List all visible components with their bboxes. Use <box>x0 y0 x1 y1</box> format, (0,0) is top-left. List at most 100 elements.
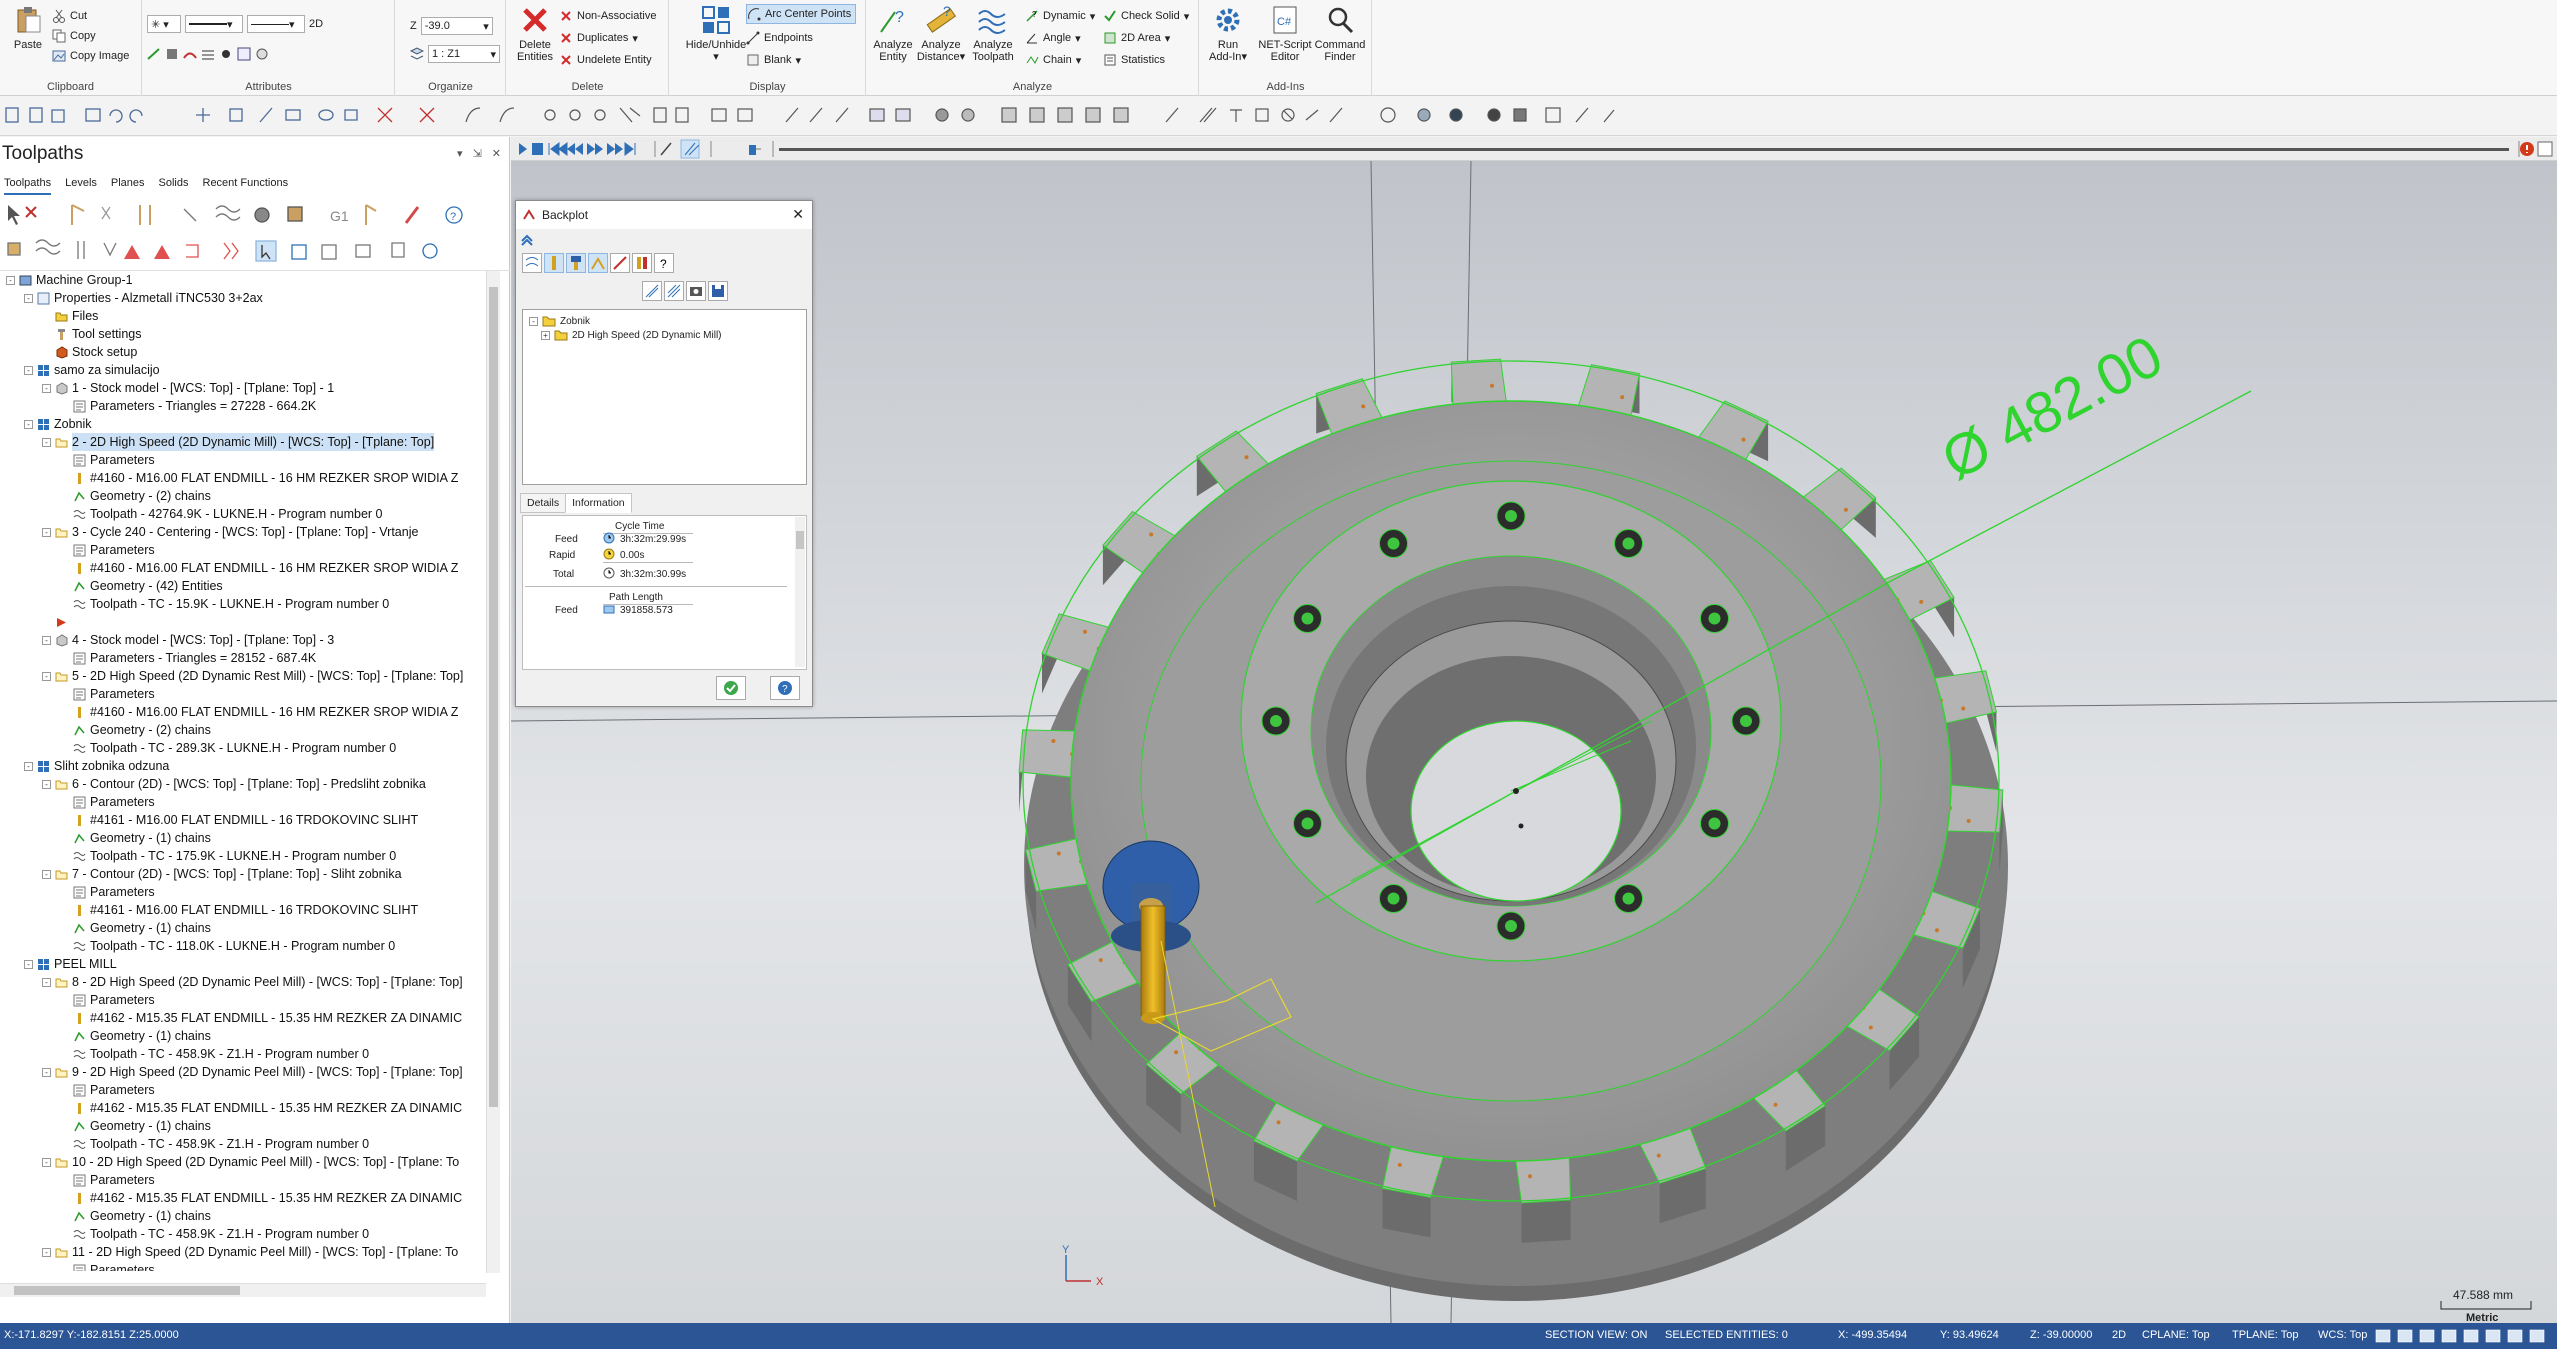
tree-node[interactable]: Toolpath - TC - 458.9K - Z1.H - Program … <box>60 1135 369 1153</box>
holder-display-icon[interactable] <box>566 253 586 273</box>
tree-node[interactable]: Parameters <box>60 685 155 703</box>
tree-node[interactable]: Geometry - (1) chains <box>60 919 211 937</box>
tree-node[interactable]: Toolpath - TC - 289.3K - LUKNE.H - Progr… <box>60 739 396 757</box>
tree-horizontal-scrollbar[interactable] <box>0 1283 486 1297</box>
tab-details[interactable]: Details <box>520 493 567 513</box>
hide-unhide-button[interactable]: Hide/Unhide ▾ <box>684 4 748 63</box>
tree-node[interactable]: Parameters - Triangles = 28152 - 687.4K <box>60 649 316 667</box>
level-dropdown[interactable]: 1 : Z1 ▾ <box>428 45 500 63</box>
mode-2d-label[interactable]: 2D <box>309 18 323 30</box>
tree-node[interactable]: Geometry - (2) chains <box>60 721 211 739</box>
cplane-status[interactable]: CPLANE: Top <box>2142 1329 2210 1341</box>
bp-tree-root[interactable]: - Zobnik <box>529 314 590 328</box>
tree-node[interactable]: Toolpath - TC - 175.9K - LUKNE.H - Progr… <box>60 847 396 865</box>
chain-button[interactable]: Chain ▾ <box>1025 50 1081 70</box>
check-solid-button[interactable]: Check Solid ▾ <box>1103 6 1189 26</box>
tree-node[interactable]: Parameters - Triangles = 27228 - 664.2K <box>60 397 316 415</box>
tree-node[interactable]: - 11 - 2D High Speed (2D Dynamic Peel Mil… <box>42 1243 458 1261</box>
tree-node[interactable]: Files <box>42 307 98 325</box>
tree-node[interactable]: Toolpath - 42764.9K - LUKNE.H - Program … <box>60 505 383 523</box>
tree-node[interactable]: #4162 - M15.35 FLAT ENDMILL - 15.35 HM R… <box>60 1009 462 1027</box>
tree-node[interactable]: Parameters <box>60 1081 155 1099</box>
status-view-icons[interactable] <box>2372 1329 2552 1346</box>
tree-node[interactable]: - 8 - 2D High Speed (2D Dynamic Peel Mill… <box>42 973 463 991</box>
panel-pin-button[interactable]: ⇲ <box>473 147 482 160</box>
backplot-close-button[interactable]: ✕ <box>792 206 804 223</box>
expand-toggle[interactable]: - <box>42 869 51 879</box>
expand-toggle[interactable]: - <box>42 977 51 987</box>
tree-node[interactable] <box>42 613 72 631</box>
tree-node[interactable]: Parameters <box>60 793 155 811</box>
verify-icon[interactable] <box>642 281 662 301</box>
expand-toggle[interactable]: - <box>42 635 51 645</box>
dynamic-button[interactable]: ? Dynamic ▾ <box>1025 6 1095 26</box>
analyze-toolpath-button[interactable]: Analyze Toolpath <box>967 4 1019 63</box>
tree-node[interactable]: - 7 - Contour (2D) - [WCS: Top] - [Tplane… <box>42 865 402 883</box>
wireframe-color-icon[interactable] <box>147 47 161 61</box>
tree-node[interactable]: Toolpath - TC - 458.9K - Z1.H - Program … <box>60 1045 369 1063</box>
selected-entities-status[interactable]: SELECTED ENTITIES: 0 <box>1665 1329 1788 1341</box>
expand-toggle[interactable]: - <box>24 959 33 969</box>
tree-node[interactable]: Geometry - (42) Entities <box>60 577 223 595</box>
help-question-icon[interactable]: ? <box>654 253 674 273</box>
expand-toggle[interactable]: - <box>42 779 51 789</box>
duplicates-button[interactable]: Duplicates ▾ <box>559 28 638 48</box>
tree-node[interactable]: #4161 - M16.00 FLAT ENDMILL - 16 TRDOKOV… <box>60 901 418 919</box>
expand-toggle[interactable]: - <box>42 437 51 447</box>
paste-button[interactable]: Paste <box>2 4 54 51</box>
expand-toggle[interactable]: - <box>42 383 51 393</box>
tree-node[interactable]: - 6 - Contour (2D) - [WCS: Top] - [Tplane… <box>42 775 426 793</box>
section-view-status[interactable]: SECTION VIEW: ON <box>1545 1329 1647 1341</box>
arc-center-points-toggle[interactable]: Arc Center Points <box>746 4 857 24</box>
angle-button[interactable]: Angle ▾ <box>1025 28 1081 48</box>
tree-node[interactable]: Geometry - (1) chains <box>60 829 211 847</box>
cut-button[interactable]: Cut <box>52 6 87 26</box>
expand-toggle[interactable]: - <box>24 761 33 771</box>
panel-menu-button[interactable]: ▾ <box>457 147 463 160</box>
tree-node[interactable]: Parameters <box>60 1171 155 1189</box>
solid-color-icon[interactable] <box>165 47 179 61</box>
delete-entities-button[interactable]: Delete Entities <box>509 4 561 63</box>
tree-node[interactable]: - 3 - Cycle 240 - Centering - [WCS: Top] … <box>42 523 418 541</box>
statistics-button[interactable]: Statistics <box>1103 50 1165 70</box>
surface-color-icon[interactable] <box>183 47 197 61</box>
analyze-entity-button[interactable]: ? Analyze Entity <box>867 4 919 63</box>
z-depth-input[interactable]: -39.0 ▾ <box>420 17 493 35</box>
tree-node[interactable]: - samo za simulacijo <box>24 361 160 379</box>
help-button[interactable]: ? <box>770 676 800 700</box>
copy-image-button[interactable]: Copy Image <box>52 46 129 66</box>
expand-toggle[interactable]: - <box>42 527 51 537</box>
camera-icon[interactable] <box>686 281 706 301</box>
tree-node[interactable]: Parameters <box>60 991 155 1009</box>
tree-node[interactable]: Geometry - (1) chains <box>60 1027 211 1045</box>
bp-tree-operation[interactable]: + 2D High Speed (2D Dynamic Mill) <box>541 328 722 342</box>
endpoints-toggle[interactable]: Endpoints <box>746 28 813 48</box>
tree-node[interactable]: - Zobnik <box>24 415 92 433</box>
tree-node[interactable]: Toolpath - TC - 458.9K - Z1.H - Program … <box>60 1225 369 1243</box>
colors-icon[interactable] <box>632 253 652 273</box>
save-icon[interactable] <box>708 281 728 301</box>
command-finder-button[interactable]: Command Finder <box>1312 4 1368 63</box>
expand-toggle[interactable]: - <box>42 1067 51 1077</box>
tree-node[interactable]: Toolpath - TC - 118.0K - LUKNE.H - Progr… <box>60 937 395 955</box>
tree-node[interactable]: Geometry - (1) chains <box>60 1207 211 1225</box>
tree-node[interactable]: - 9 - 2D High Speed (2D Dynamic Peel Mill… <box>42 1063 463 1081</box>
mode-status[interactable]: 2D <box>2112 1329 2126 1341</box>
tree-node[interactable]: - 4 - Stock model - [WCS: Top] - [Tplane:… <box>42 631 334 649</box>
tree-node[interactable]: - Properties - Alzmetall iTNC530 3+2ax <box>24 289 263 307</box>
panel-close-button[interactable]: ✕ <box>492 147 501 160</box>
analyze-distance-button[interactable]: ? Analyze Distance▾ <box>915 3 967 63</box>
tree-node[interactable]: #4160 - M16.00 FLAT ENDMILL - 16 HM REZK… <box>60 703 458 721</box>
gear-model-3d[interactable]: Ø 482.00 Y X 47.588 mm Metric <box>511 161 2557 1323</box>
wcs-status[interactable]: WCS: Top <box>2318 1329 2367 1341</box>
tree-node[interactable]: Parameters <box>60 1261 155 1271</box>
tab-levels[interactable]: Levels <box>65 175 97 195</box>
tree-node[interactable]: - 5 - 2D High Speed (2D Dynamic Rest Mill… <box>42 667 463 685</box>
graphics-viewport[interactable]: Ø 482.00 Y X 47.588 mm Metric <box>511 137 2557 1323</box>
expand-toggle[interactable]: - <box>42 671 51 681</box>
tree-node[interactable]: Geometry - (1) chains <box>60 1117 211 1135</box>
blank-button[interactable]: Blank ▾ <box>746 50 801 70</box>
tree-node[interactable]: #4162 - M15.35 FLAT ENDMILL - 15.35 HM R… <box>60 1189 462 1207</box>
tree-node[interactable]: - 2 - 2D High Speed (2D Dynamic Mill) - [… <box>42 433 435 451</box>
expand-toggle[interactable]: - <box>42 1157 51 1167</box>
